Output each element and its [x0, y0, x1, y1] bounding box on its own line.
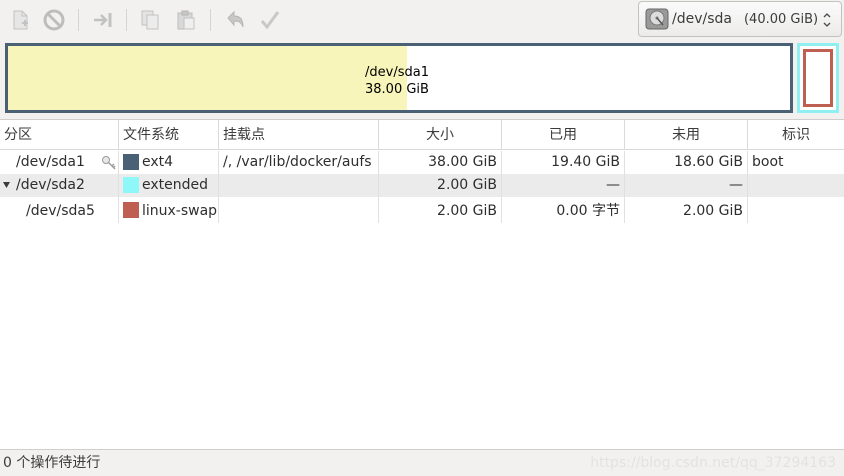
table-row[interactable]: /dev/sda1 ext4 /, /var/lib/docker/aufs 3… — [0, 151, 844, 174]
new-partition-button[interactable] — [7, 7, 33, 33]
copy-button[interactable] — [137, 7, 163, 33]
status-text: 0 个操作待进行 — [3, 455, 101, 471]
mountpoint-cell: /, /var/lib/docker/aufs — [219, 151, 379, 174]
table-row[interactable]: /dev/sda5 linux-swap 2.00 GiB 0.00 字节 2.… — [0, 197, 844, 223]
partition-block-extended[interactable] — [797, 43, 839, 113]
partition-graph: /dev/sda1 38.00 GiB — [0, 40, 844, 118]
column-size[interactable]: 大小 — [379, 120, 502, 150]
paste-icon — [177, 10, 195, 30]
size-cell: 2.00 GiB — [379, 174, 502, 197]
partition-block-size: 38.00 GiB — [365, 82, 429, 97]
column-filesystem[interactable]: 文件系统 — [119, 120, 219, 150]
flags-cell — [748, 197, 844, 223]
device-selector[interactable]: /dev/sda (40.00 GiB) — [638, 1, 842, 37]
arrow-to-bar-icon — [94, 13, 112, 27]
toolbar: /dev/sda (40.00 GiB) — [0, 0, 844, 40]
apply-button[interactable] — [257, 7, 283, 33]
partition-block-sda1[interactable]: /dev/sda1 38.00 GiB — [5, 43, 793, 113]
partition-block-swap[interactable] — [803, 49, 833, 107]
dropdown-arrows-icon — [823, 13, 831, 27]
used-cell: 19.40 GiB — [502, 151, 625, 174]
checkmark-icon — [260, 11, 280, 30]
new-document-icon — [13, 10, 28, 30]
toolbar-separator — [126, 9, 127, 31]
mountpoint-cell — [219, 197, 379, 223]
key-icon — [102, 156, 116, 170]
delete-partition-button[interactable] — [41, 7, 67, 33]
used-cell: 0.00 字节 — [502, 197, 625, 223]
column-partition[interactable]: 分区 — [0, 120, 119, 150]
table-header: 分区 文件系统 挂载点 大小 已用 未用 标识 — [0, 120, 844, 150]
unused-cell: 2.00 GiB — [625, 197, 748, 223]
mountpoint-cell — [219, 174, 379, 197]
size-cell: 2.00 GiB — [379, 197, 502, 223]
unused-cell: — — [625, 174, 748, 197]
status-bar: 0 个操作待进行 https://blog.csdn.net/qq_372941… — [0, 451, 844, 476]
column-used[interactable]: 已用 — [502, 120, 625, 150]
size-cell: 38.00 GiB — [379, 151, 502, 174]
hard-disk-icon — [645, 8, 669, 30]
partition-cell: /dev/sda2 — [0, 174, 119, 197]
toolbar-separator — [210, 9, 211, 31]
filesystem-color-swatch — [123, 202, 139, 218]
device-name: /dev/sda — [672, 11, 732, 27]
flags-cell — [748, 174, 844, 197]
table-row[interactable]: /dev/sda2 extended 2.00 GiB — — — [0, 174, 844, 197]
resize-move-button[interactable] — [90, 7, 116, 33]
partition-block-name: /dev/sda1 — [365, 65, 429, 80]
no-entry-icon — [43, 9, 65, 31]
device-size: (40.00 GiB) — [743, 11, 819, 27]
watermark: https://blog.csdn.net/qq_37294163 — [590, 455, 836, 471]
column-unused[interactable]: 未用 — [625, 120, 748, 150]
paste-button[interactable] — [173, 7, 199, 33]
used-cell: — — [502, 174, 625, 197]
undo-arrow-icon — [227, 10, 244, 28]
column-mountpoint[interactable]: 挂载点 — [219, 120, 379, 150]
partition-cell: /dev/sda5 — [0, 197, 119, 223]
unused-cell: 18.60 GiB — [625, 151, 748, 174]
used-space-bar — [8, 46, 407, 110]
filesystem-color-swatch — [123, 177, 139, 193]
toolbar-separator — [78, 9, 79, 31]
partition-block-label: /dev/sda1 38.00 GiB — [365, 64, 429, 98]
flags-cell: boot — [752, 154, 784, 170]
undo-button[interactable] — [222, 7, 248, 33]
copy-icon — [141, 10, 159, 30]
partition-table: 分区 文件系统 挂载点 大小 已用 未用 标识 /dev/sda1 ext4 /… — [0, 119, 844, 450]
column-flags[interactable]: 标识 — [748, 120, 844, 150]
filesystem-color-swatch — [123, 154, 139, 170]
